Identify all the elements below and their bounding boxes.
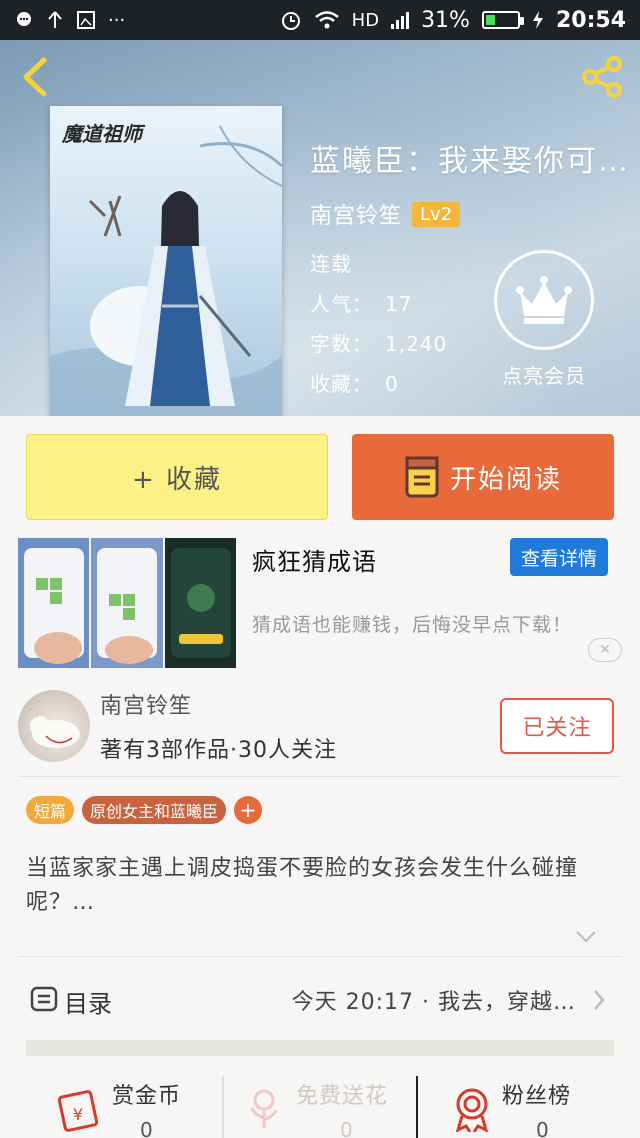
- fan-ranking-label: 粉丝榜: [502, 1084, 572, 1109]
- book-summary[interactable]: 当蓝家家主遇上调皮捣蛋不要脸的女孩会发生什么碰撞呢？…: [26, 852, 616, 920]
- level-badge: Lv2: [412, 201, 461, 227]
- ad-detail-button[interactable]: 查看详情: [510, 538, 608, 576]
- screenshot-icon: [77, 11, 95, 29]
- back-button[interactable]: [16, 54, 52, 100]
- latest-chapter: 今天 20:17 · 我去，穿越…: [291, 990, 576, 1015]
- book-cover[interactable]: 魔道祖师: [50, 106, 282, 416]
- section-spacer: [26, 1040, 614, 1056]
- vip-label: 点亮会员: [502, 364, 586, 388]
- author-name[interactable]: 南宫铃笙: [310, 198, 402, 230]
- catalog-label: 目录: [64, 990, 112, 1018]
- ad-description: 猜成语也能赚钱，后悔没早点下载！: [252, 614, 573, 636]
- charging-icon: [532, 11, 543, 29]
- chevron-right-icon: [594, 990, 605, 1010]
- ad-banner[interactable]: 疯狂猜成语 查看详情 猜成语也能赚钱，后悔没早点下载！ ✕: [0, 538, 640, 670]
- fan-ranking-value: 0: [536, 1118, 549, 1138]
- reward-coins-value: 0: [140, 1118, 153, 1138]
- tag-list: 短篇 原创女主和蓝曦臣 +: [26, 796, 263, 824]
- network-type: HD: [351, 9, 380, 31]
- author-row: 南宫铃笙 Lv2: [310, 198, 461, 230]
- favorites-value: 0: [385, 372, 399, 396]
- battery-percent: 31%: [421, 7, 470, 33]
- word-count-row: 字数： 1,240: [310, 328, 447, 357]
- add-tag-button[interactable]: +: [234, 796, 263, 824]
- flower-icon: [250, 1089, 278, 1128]
- word-count-value: 1,240: [385, 332, 448, 356]
- free-flowers[interactable]: 免费送花 0: [240, 1068, 416, 1138]
- popularity-label: 人气：: [310, 292, 373, 316]
- share-button[interactable]: [578, 54, 628, 100]
- ad-screen-3: [164, 538, 236, 668]
- ad-close-button[interactable]: ✕: [588, 638, 622, 662]
- status-right: HD 31% 20:54: [280, 8, 626, 33]
- book-title: 蓝曦臣：我来娶你可 …: [310, 144, 630, 179]
- chat-notification-icon: [17, 12, 31, 26]
- serial-status: 连载: [310, 248, 352, 277]
- battery-icon: [481, 11, 524, 29]
- fan-ranking[interactable]: 粉丝榜 0: [446, 1068, 626, 1138]
- status-left: ···: [14, 10, 125, 31]
- more-icon: ···: [108, 9, 126, 31]
- catalog-row[interactable]: 目录 今天 20:17 · 我去，穿越…: [26, 970, 616, 1030]
- tag-short[interactable]: 短篇: [26, 796, 75, 824]
- red-envelope-icon: ¥: [57, 1090, 99, 1132]
- favorites-row: 收藏： 0: [310, 368, 399, 397]
- serial-status-label: 连载: [310, 252, 352, 276]
- share-icon: [582, 56, 622, 98]
- chevron-down-icon: [576, 931, 596, 943]
- separator: [222, 1076, 224, 1138]
- book-hero: 魔道祖师 蓝曦臣：我来娶你可 … 南宫铃笙 Lv2 连载 人气： 17 字数： 1,…: [0, 40, 640, 416]
- avatar[interactable]: [18, 690, 90, 762]
- author-card-name[interactable]: 南宫铃笙: [100, 688, 192, 720]
- wifi-icon: [314, 11, 339, 29]
- ad-title: 疯狂猜成语: [252, 548, 377, 576]
- author-card-stats: 著有3部作品·30人关注: [100, 738, 337, 763]
- tag-category[interactable]: 原创女主和蓝曦臣: [82, 796, 227, 824]
- ad-image[interactable]: [18, 538, 236, 668]
- expand-button[interactable]: [574, 928, 598, 946]
- separator: [416, 1076, 418, 1138]
- popularity-value: 17: [385, 292, 413, 316]
- follow-button[interactable]: 已关注: [500, 698, 614, 754]
- start-reading-button[interactable]: 开始阅读: [352, 434, 614, 520]
- chevron-left-icon: [23, 57, 47, 97]
- clock: 20:54: [555, 7, 626, 33]
- divider: [18, 956, 622, 957]
- medal-icon: [455, 1088, 489, 1132]
- author-card: 南宫铃笙 著有3部作品·30人关注 已关注: [0, 676, 640, 776]
- crown-icon: [516, 276, 572, 324]
- favorites-label: 收藏：: [310, 372, 373, 396]
- start-reading-label: 开始阅读: [449, 464, 562, 495]
- divider: [18, 776, 622, 777]
- status-bar: ··· HD 31% 20:54: [0, 0, 640, 40]
- alarm-icon: [281, 12, 300, 30]
- reward-coins-label: 赏金币: [112, 1084, 182, 1109]
- ad-screen-1: [18, 538, 90, 668]
- upload-icon: [48, 11, 62, 28]
- book-icon: [405, 456, 439, 498]
- ad-screen-2: [91, 538, 163, 668]
- signal-icon: [391, 11, 410, 29]
- free-flowers-value: 0: [340, 1118, 353, 1138]
- catalog-icon: [30, 986, 58, 1012]
- svg-text:¥: ¥: [73, 1105, 83, 1124]
- free-flowers-label: 免费送花: [296, 1084, 389, 1109]
- reward-coins[interactable]: ¥ 赏金币 0: [50, 1068, 220, 1138]
- word-count-label: 字数：: [310, 332, 373, 356]
- vip-button[interactable]: [494, 250, 594, 350]
- cover-illustration: [50, 125, 282, 416]
- collect-button[interactable]: + 收藏: [26, 434, 328, 520]
- bottom-stats: ¥ 赏金币 0 免费送花 0 粉丝榜 0: [0, 1068, 640, 1138]
- popularity-row: 人气： 17: [310, 288, 412, 317]
